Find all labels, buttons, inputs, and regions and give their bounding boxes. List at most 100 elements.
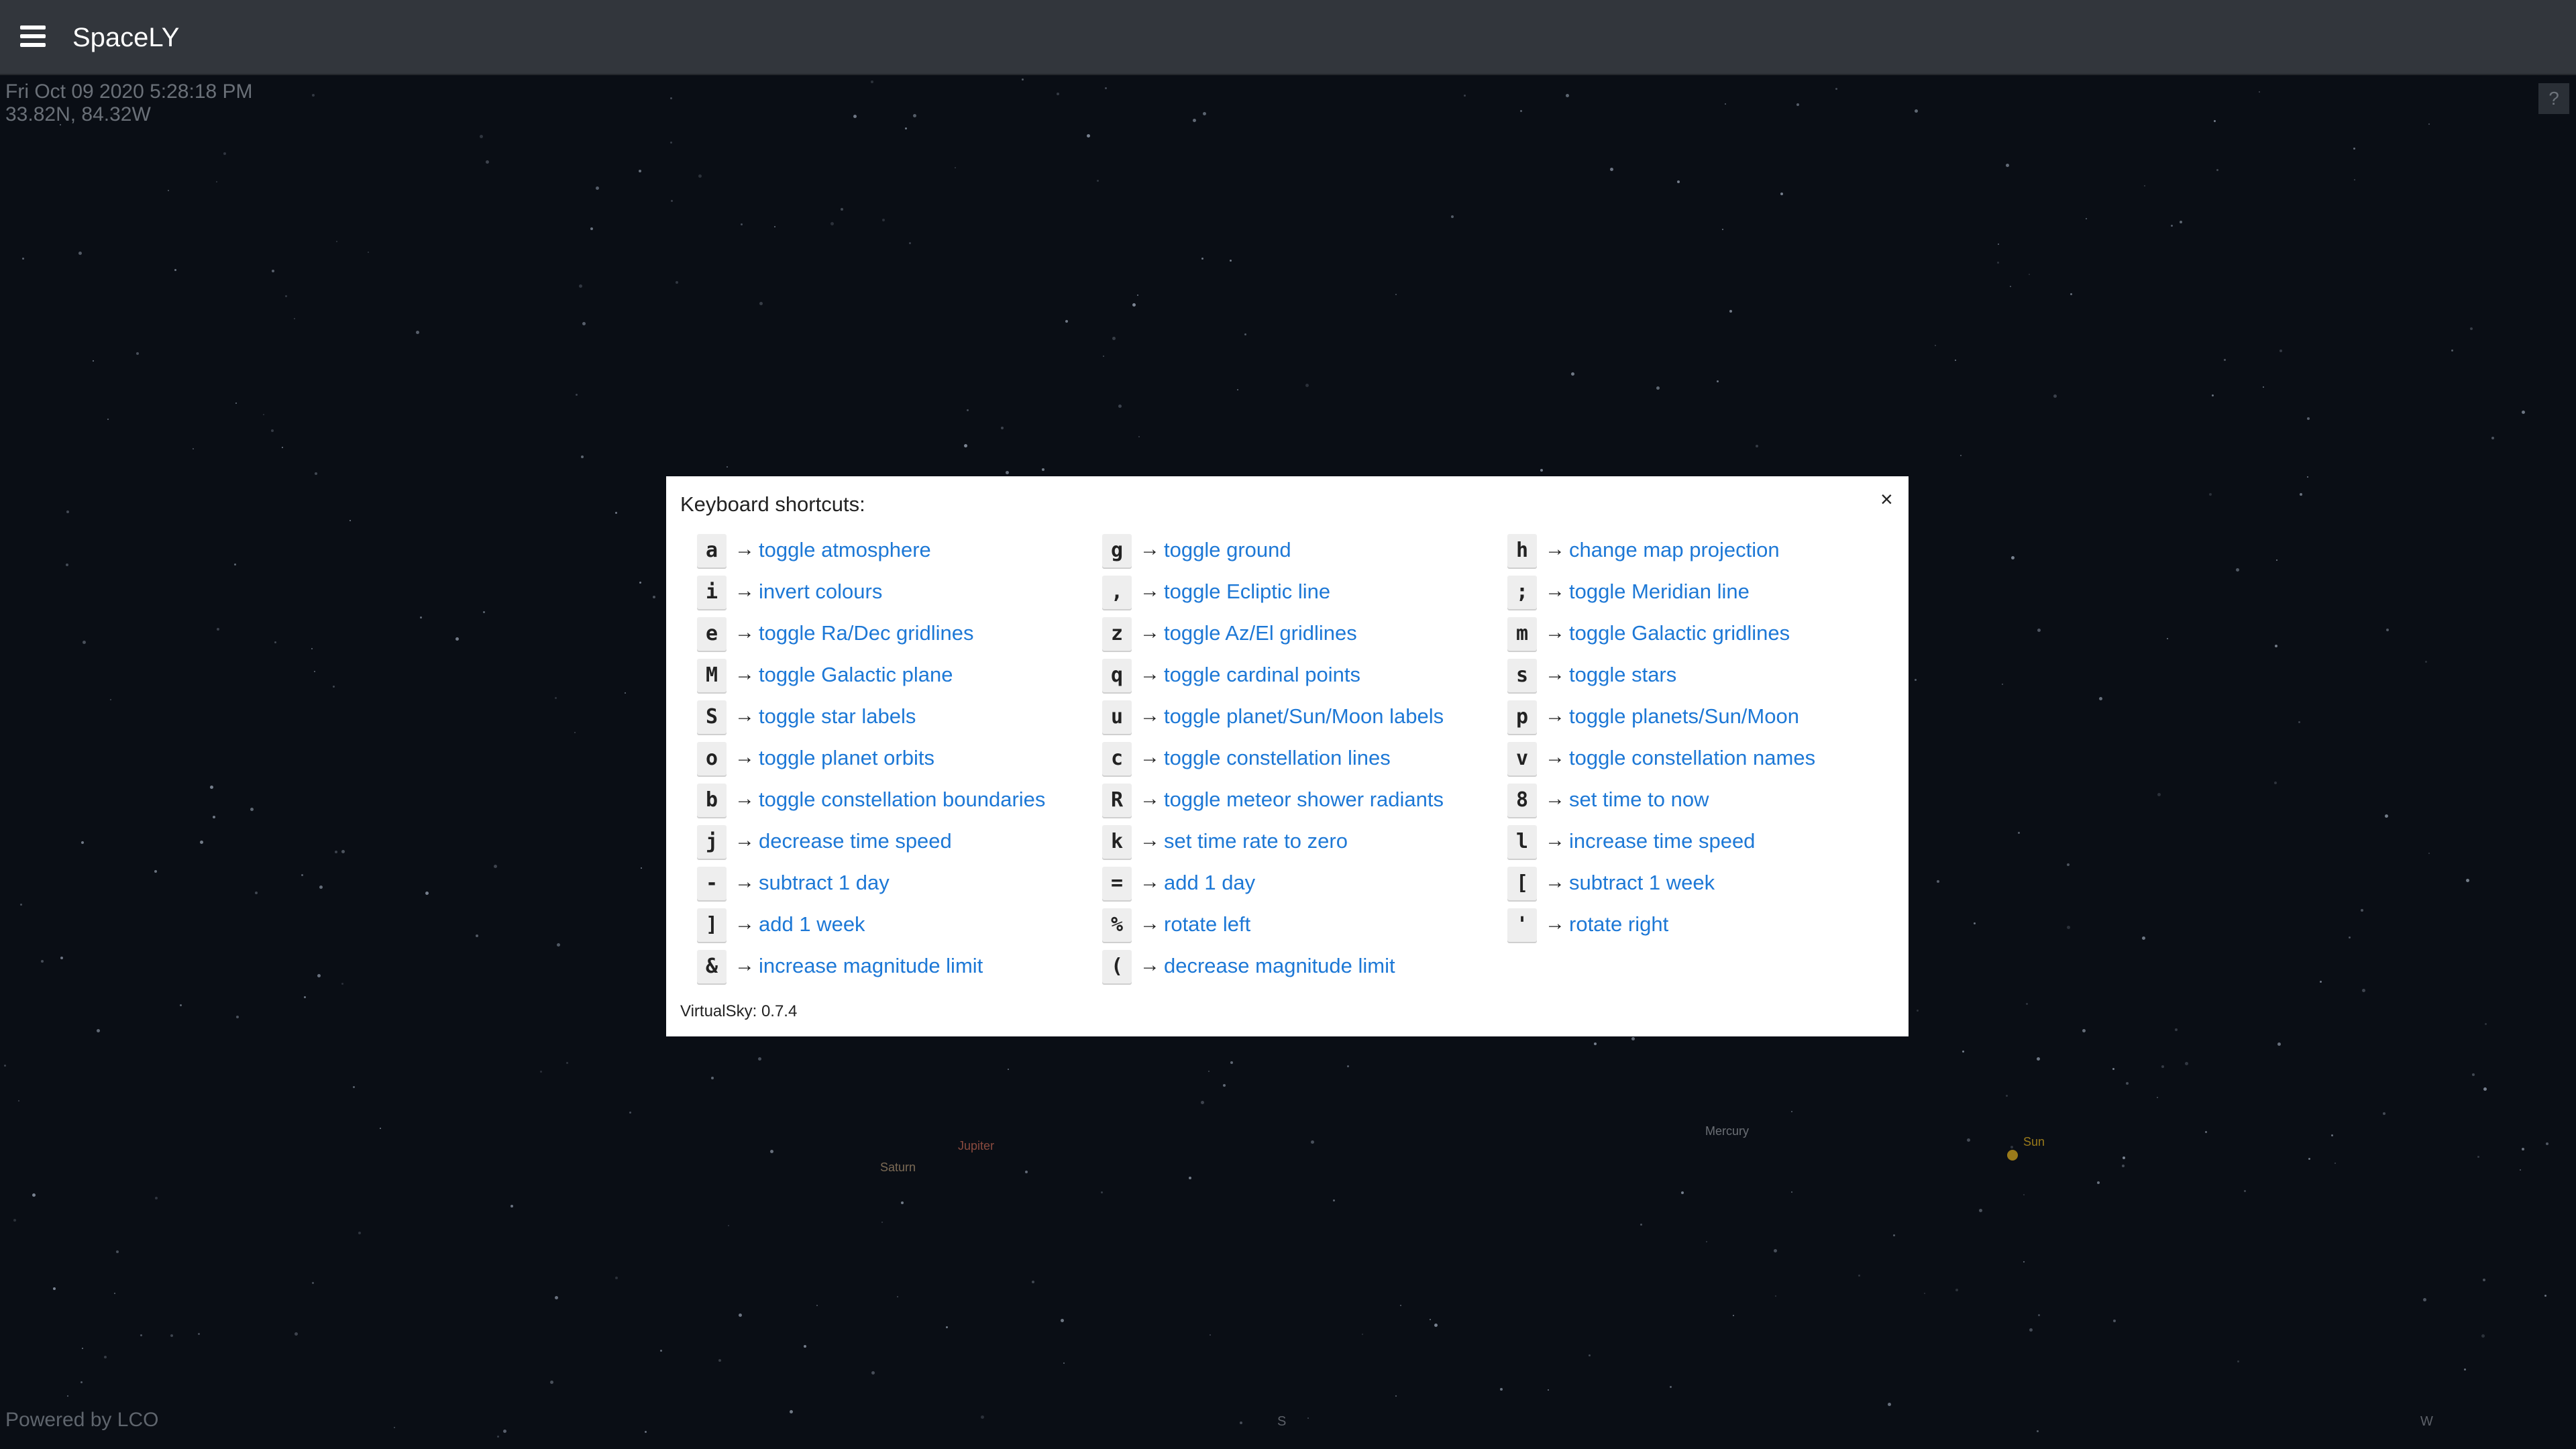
star-dot bbox=[1244, 333, 1246, 335]
star-dot bbox=[1500, 1388, 1503, 1391]
star-dot bbox=[1791, 1191, 1792, 1193]
star-dot bbox=[2477, 1156, 2479, 1158]
shortcut-key: a bbox=[697, 534, 727, 568]
star-dot bbox=[2361, 909, 2363, 912]
shortcut-action-link[interactable]: toggle meteor shower radiants bbox=[1164, 788, 1444, 812]
shortcut-action-link[interactable]: toggle Ra/Dec gridlines bbox=[759, 621, 974, 645]
shortcut-action-link[interactable]: decrease time speed bbox=[759, 829, 952, 853]
shortcut-action-link[interactable]: toggle cardinal points bbox=[1164, 663, 1360, 687]
star-dot bbox=[581, 455, 584, 458]
star-dot bbox=[425, 892, 429, 895]
shortcut-action-link[interactable]: toggle Ecliptic line bbox=[1164, 580, 1330, 604]
shortcut-action-link[interactable]: toggle planets/Sun/Moon bbox=[1569, 704, 1799, 729]
shortcut-row: z → toggle Az/El gridlines bbox=[1102, 617, 1505, 659]
star-dot bbox=[198, 1333, 200, 1335]
shortcut-action-link[interactable]: toggle constellation names bbox=[1569, 746, 1815, 770]
shortcut-action-link[interactable]: decrease magnitude limit bbox=[1164, 954, 1395, 978]
star-dot bbox=[2112, 1068, 2114, 1070]
star-dot bbox=[18, 1100, 19, 1102]
star-dot bbox=[350, 520, 351, 521]
star-dot bbox=[2214, 120, 2216, 122]
star-dot bbox=[255, 892, 258, 894]
shortcut-action-link[interactable]: increase magnitude limit bbox=[759, 954, 983, 978]
shortcut-action-link[interactable]: invert colours bbox=[759, 580, 882, 604]
shortcut-action-link[interactable]: add 1 day bbox=[1164, 871, 1255, 895]
shortcut-action-link[interactable]: change map projection bbox=[1569, 538, 1780, 562]
star-dot bbox=[1230, 260, 1232, 262]
shortcut-action-link[interactable]: add 1 week bbox=[759, 912, 865, 936]
shortcut-action-link[interactable]: toggle planet orbits bbox=[759, 746, 934, 770]
star-dot bbox=[1571, 372, 1574, 376]
star-dot bbox=[1974, 922, 1976, 924]
star-dot bbox=[107, 419, 109, 420]
star-dot bbox=[1451, 215, 1454, 218]
star-dot bbox=[282, 447, 283, 448]
shortcut-action-link[interactable]: toggle Meridian line bbox=[1569, 580, 1750, 604]
shortcut-action-link[interactable]: set time rate to zero bbox=[1164, 829, 1348, 853]
arrow-icon: → bbox=[735, 788, 755, 810]
star-dot bbox=[168, 190, 169, 191]
shortcut-action-link[interactable]: toggle constellation lines bbox=[1164, 746, 1391, 770]
star-dot bbox=[2263, 386, 2264, 388]
star-dot bbox=[2180, 221, 2182, 223]
star-dot bbox=[1924, 1293, 1925, 1294]
shortcut-action-link[interactable]: set time to now bbox=[1569, 788, 1709, 812]
star-dot bbox=[909, 242, 911, 244]
star-dot bbox=[394, 1427, 395, 1428]
shortcut-action-link[interactable]: toggle atmosphere bbox=[759, 538, 931, 562]
star-dot bbox=[901, 1201, 904, 1204]
star-dot bbox=[1915, 679, 1917, 681]
star-dot bbox=[136, 352, 139, 355]
star-dot bbox=[2037, 1057, 2040, 1061]
arrow-icon: → bbox=[1140, 538, 1160, 560]
shortcut-action-link[interactable]: toggle Galactic plane bbox=[759, 663, 953, 687]
shortcut-action-link[interactable]: subtract 1 day bbox=[759, 871, 890, 895]
version-label: VirtualSky: 0.7.4 bbox=[680, 1002, 798, 1020]
shortcut-action-link[interactable]: subtract 1 week bbox=[1569, 871, 1715, 895]
star-dot bbox=[1677, 180, 1680, 183]
star-dot bbox=[1400, 1305, 1401, 1306]
shortcut-key: c bbox=[1102, 742, 1132, 775]
star-dot bbox=[2236, 568, 2239, 572]
star-dot bbox=[2023, 1194, 2025, 1195]
star-dot bbox=[236, 1016, 239, 1018]
shortcut-action-link[interactable]: toggle Az/El gridlines bbox=[1164, 621, 1357, 645]
shortcut-action-link[interactable]: increase time speed bbox=[1569, 829, 1755, 853]
shortcut-row: S → toggle star labels bbox=[697, 700, 1099, 742]
hamburger-menu-icon[interactable] bbox=[20, 25, 46, 48]
arrow-icon: → bbox=[1545, 912, 1565, 934]
shortcut-action-link[interactable]: toggle stars bbox=[1569, 663, 1676, 687]
powered-by[interactable]: Powered by LCO bbox=[5, 1409, 158, 1432]
shortcut-action-link[interactable]: toggle ground bbox=[1164, 538, 1291, 562]
star-dot bbox=[358, 1232, 361, 1234]
shortcut-action-link[interactable]: toggle planet/Sun/Moon labels bbox=[1164, 704, 1444, 729]
star-dot bbox=[210, 786, 213, 789]
star-dot bbox=[1025, 1171, 1028, 1173]
star-dot bbox=[1858, 1275, 1860, 1277]
close-icon[interactable]: × bbox=[1880, 487, 1893, 511]
arrow-icon: → bbox=[1545, 746, 1565, 768]
star-dot bbox=[213, 816, 215, 818]
star-dot bbox=[2018, 832, 2020, 834]
star-dot bbox=[625, 692, 626, 694]
shortcut-action-link[interactable]: toggle star labels bbox=[759, 704, 916, 729]
star-dot bbox=[590, 227, 593, 230]
sun-marker bbox=[2007, 1150, 2018, 1161]
shortcut-action-link[interactable]: toggle Galactic gridlines bbox=[1569, 621, 1790, 645]
help-button[interactable]: ? bbox=[2538, 83, 2569, 114]
star-dot bbox=[1203, 112, 1206, 115]
shortcut-action-link[interactable]: toggle constellation boundaries bbox=[759, 788, 1045, 812]
star-dot bbox=[66, 564, 68, 566]
star-dot bbox=[1962, 1051, 1964, 1053]
shortcut-action-link[interactable]: rotate right bbox=[1569, 912, 1668, 936]
shortcut-action-link[interactable]: rotate left bbox=[1164, 912, 1250, 936]
arrow-icon: → bbox=[1140, 580, 1160, 602]
shortcut-key: & bbox=[697, 950, 727, 983]
star-dot bbox=[727, 466, 728, 468]
star-dot bbox=[1223, 1084, 1226, 1087]
star-dot bbox=[582, 322, 586, 325]
star-dot bbox=[913, 114, 916, 117]
sky-info: Fri Oct 09 2020 5:28:18 PM 33.82N, 84.32… bbox=[5, 80, 253, 126]
arrow-icon: → bbox=[1545, 788, 1565, 810]
star-dot bbox=[2307, 417, 2310, 420]
